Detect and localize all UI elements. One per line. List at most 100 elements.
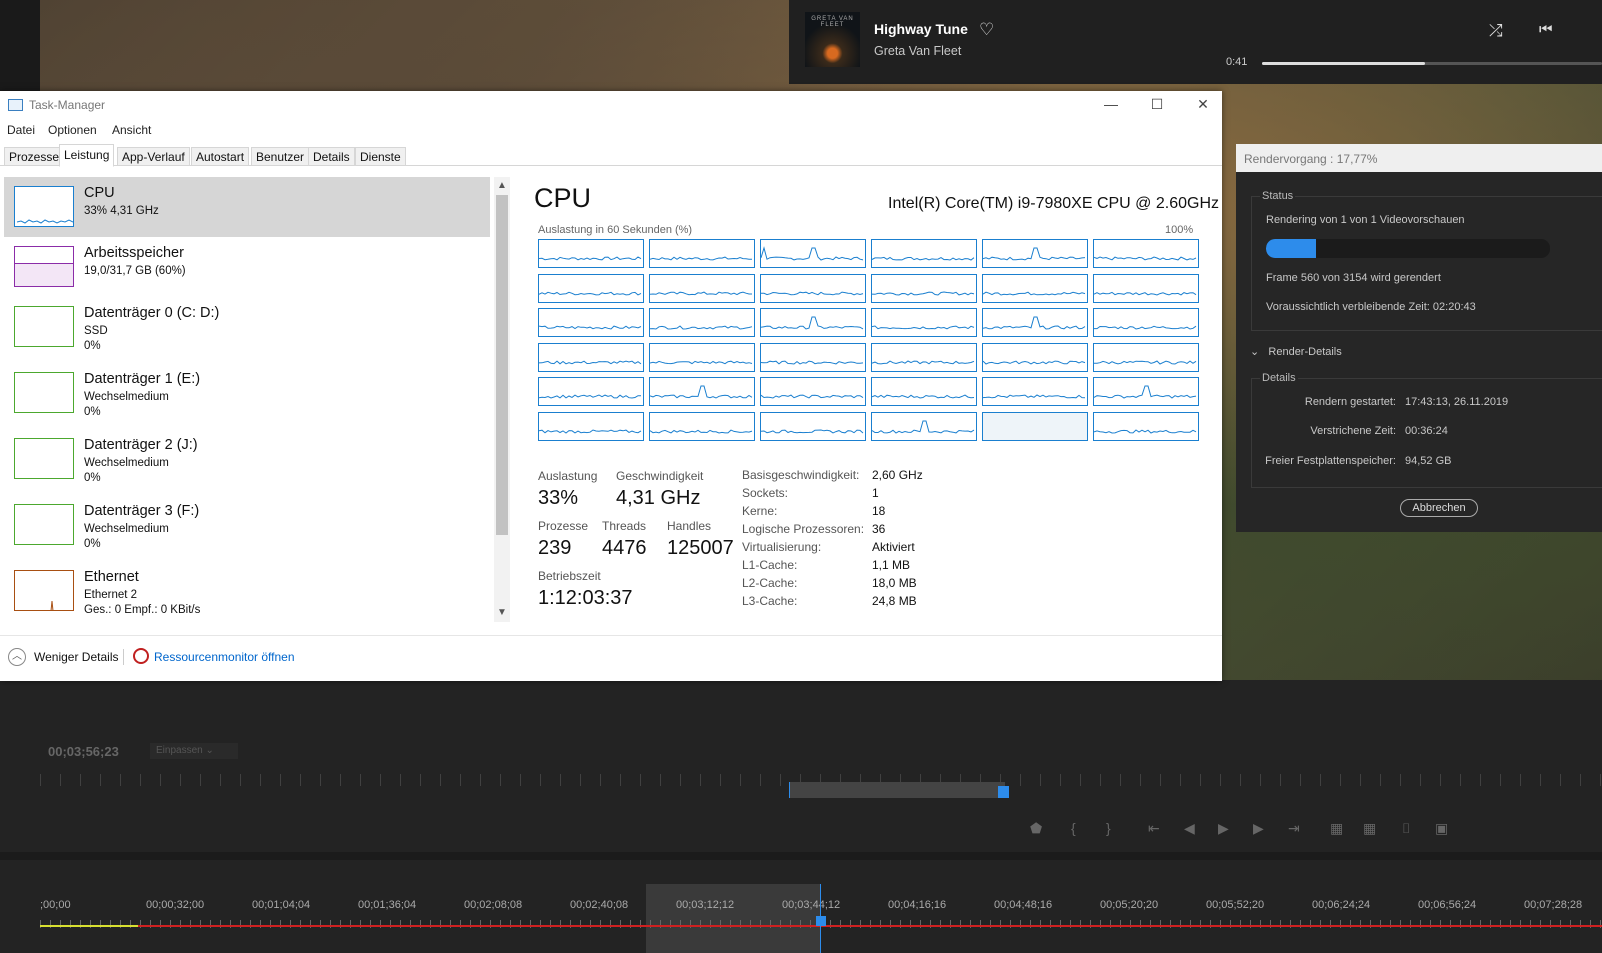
resource-disk-3[interactable]: Datenträger 3 (F:) Wechselmedium 0% bbox=[4, 495, 490, 555]
maximize-button[interactable]: ☐ bbox=[1134, 96, 1180, 113]
menu-ansicht[interactable]: Ansicht bbox=[112, 123, 151, 137]
camera-icon[interactable]: ⌷ bbox=[1402, 820, 1410, 837]
disk-thumbnail bbox=[14, 438, 74, 479]
compare-icon[interactable]: ▣ bbox=[1435, 820, 1448, 837]
core-graph bbox=[871, 377, 977, 406]
resource-cpu[interactable]: CPU 33% 4,31 GHz bbox=[4, 177, 490, 237]
stat-threads-value: 4476 bbox=[602, 537, 647, 559]
fewer-details-link[interactable]: Weniger Details bbox=[34, 650, 118, 664]
detail-elapsed-value: 00:36:24 bbox=[1405, 425, 1448, 437]
spec-label: L3-Cache: bbox=[742, 594, 798, 608]
core-graph bbox=[1093, 377, 1199, 406]
go-to-out-icon[interactable]: ⇥ bbox=[1288, 820, 1300, 837]
resource-name: Ethernet bbox=[84, 569, 139, 585]
detail-started-value: 17:43:13, 26.11.2019 bbox=[1405, 396, 1509, 408]
heart-icon[interactable]: ♡ bbox=[979, 20, 994, 40]
resource-disk-2[interactable]: Datenträger 2 (J:) Wechselmedium 0% bbox=[4, 429, 490, 489]
cancel-render-button[interactable]: Abbrechen bbox=[1400, 499, 1478, 517]
sequence-timecode: 00;07;28;28 bbox=[1524, 899, 1583, 911]
minimize-button[interactable]: — bbox=[1088, 96, 1134, 112]
chevron-down-icon: ⌄ bbox=[1250, 346, 1260, 358]
mark-in-icon[interactable]: { bbox=[1071, 820, 1076, 836]
track-title: Highway Tune bbox=[874, 21, 968, 37]
task-manager-window: Task-Manager — ☐ ✕ Datei Optionen Ansich… bbox=[0, 91, 1222, 681]
playback-progress-fill bbox=[1262, 62, 1426, 65]
tab-prozesse[interactable]: Prozesse bbox=[4, 147, 65, 166]
shuffle-icon[interactable]: ⤮ bbox=[1489, 21, 1503, 41]
core-graph bbox=[1093, 411, 1199, 441]
menu-datei[interactable]: Datei bbox=[7, 123, 35, 137]
resource-disk-1[interactable]: Datenträger 1 (E:) Wechselmedium 0% bbox=[4, 363, 490, 423]
music-player: GRETA VAN FLEET Highway Tune Greta Van F… bbox=[789, 0, 1602, 84]
program-timecode[interactable]: 00;03;56;23 bbox=[48, 744, 119, 759]
resource-list-scrollbar[interactable]: ▲ ▼ bbox=[494, 177, 510, 622]
chevron-up-icon[interactable]: ︿ bbox=[8, 648, 26, 666]
tab-dienste[interactable]: Dienste bbox=[355, 147, 406, 166]
resource-ethernet[interactable]: Ethernet Ethernet 2 Ges.: 0 Empf.: 0 KBi… bbox=[4, 561, 490, 620]
tab-details[interactable]: Details bbox=[308, 147, 355, 166]
stat-speed-label: Geschwindigkeit bbox=[616, 469, 704, 483]
core-graph bbox=[871, 273, 977, 303]
zoom-fit-select[interactable]: Einpassen ⌄ bbox=[150, 743, 238, 759]
task-manager-footer: ︿ Weniger Details Ressourcenmonitor öffn… bbox=[0, 635, 1222, 675]
tab-app-verlauf[interactable]: App-Verlauf bbox=[117, 147, 190, 166]
sequence-work-area[interactable] bbox=[646, 884, 821, 953]
go-to-in-icon[interactable]: ⇤ bbox=[1148, 820, 1160, 837]
core-graph bbox=[649, 239, 755, 268]
mark-out-icon[interactable]: } bbox=[1106, 820, 1111, 836]
sequence-playhead-handle[interactable] bbox=[816, 916, 826, 926]
scroll-down-icon[interactable]: ▼ bbox=[496, 607, 508, 618]
lift-icon[interactable]: ▦ bbox=[1330, 820, 1343, 837]
sequence-timecode: 00;03;12;12 bbox=[676, 899, 735, 911]
render-frame-text: Frame 560 von 3154 wird gerendert bbox=[1266, 272, 1441, 284]
ethernet-thumbnail bbox=[14, 570, 74, 611]
task-manager-icon bbox=[8, 99, 23, 111]
core-graph bbox=[871, 411, 977, 441]
cpu-graph-label: Auslastung in 60 Sekunden (%) bbox=[538, 224, 693, 236]
step-back-icon[interactable]: ◀ bbox=[1184, 820, 1195, 837]
core-graph bbox=[982, 342, 1088, 372]
previous-track-icon[interactable]: ⏮ bbox=[1539, 21, 1553, 38]
tab-benutzer[interactable]: Benutzer bbox=[251, 147, 310, 166]
cpu-heading: CPU bbox=[534, 183, 592, 213]
render-bar-red bbox=[138, 925, 1602, 927]
core-graph bbox=[1093, 308, 1199, 337]
close-button[interactable]: ✕ bbox=[1180, 96, 1226, 113]
render-details-toggle[interactable]: ⌄ Render-Details bbox=[1250, 345, 1342, 358]
stat-uptime-label: Betriebszeit bbox=[538, 569, 601, 583]
in-out-range[interactable] bbox=[789, 782, 1005, 798]
spec-value: 18 bbox=[872, 504, 886, 518]
scroll-thumb[interactable] bbox=[496, 195, 508, 535]
extract-icon[interactable]: ▦ bbox=[1363, 820, 1376, 837]
step-forward-icon[interactable]: ▶ bbox=[1253, 820, 1264, 837]
sequence-timecode: 00;06;56;24 bbox=[1418, 899, 1477, 911]
detail-freespace-label: Freier Festplattenspeicher: bbox=[1265, 455, 1396, 467]
throughput-send-label: Ges.: bbox=[84, 604, 115, 616]
detail-elapsed-label: Verstrichene Zeit: bbox=[1310, 425, 1396, 437]
core-graph bbox=[760, 342, 866, 372]
core-graph bbox=[871, 342, 977, 372]
marker-icon[interactable]: ⬟ bbox=[1030, 820, 1042, 837]
program-playhead[interactable] bbox=[998, 786, 1009, 798]
title-bar[interactable]: Task-Manager — ☐ ✕ bbox=[0, 91, 1222, 121]
memory-thumbnail bbox=[14, 246, 74, 287]
resource-memory[interactable]: Arbeitsspeicher 19,0/31,7 GB (60%) bbox=[4, 237, 490, 297]
resource-monitor-link[interactable]: Ressourcenmonitor öffnen bbox=[154, 650, 295, 664]
sequence-timecode: 00;00;32;00 bbox=[146, 899, 205, 911]
resource-disk-0[interactable]: Datenträger 0 (C: D:) SSD 0% bbox=[4, 297, 490, 357]
playback-progress[interactable] bbox=[1262, 62, 1602, 65]
tab-autostart[interactable]: Autostart bbox=[191, 147, 250, 166]
tab-leistung[interactable]: Leistung bbox=[59, 144, 115, 167]
cpu-thumbnail bbox=[14, 186, 74, 227]
core-graph bbox=[1093, 342, 1199, 372]
footer-separator bbox=[123, 649, 124, 665]
spec-label: L1-Cache: bbox=[742, 558, 798, 572]
resource-name: Datenträger 1 (E:) bbox=[84, 371, 201, 387]
track-artist[interactable]: Greta Van Fleet bbox=[874, 44, 961, 58]
scroll-up-icon[interactable]: ▲ bbox=[496, 180, 508, 191]
play-icon[interactable]: ▶ bbox=[1218, 820, 1229, 837]
resource-monitor-icon[interactable] bbox=[133, 648, 149, 664]
core-graph bbox=[538, 377, 644, 406]
menu-optionen[interactable]: Optionen bbox=[48, 123, 97, 137]
resource-type: SSD bbox=[84, 325, 108, 337]
